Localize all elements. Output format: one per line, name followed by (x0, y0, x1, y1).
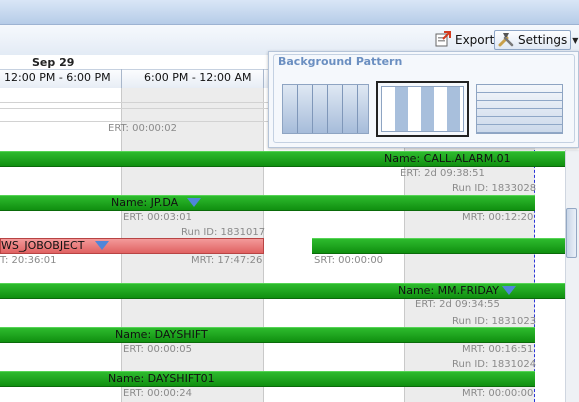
job-bar-jp-da[interactable] (0, 195, 535, 211)
ert-text: ERT: 2d 09:38:51 (400, 168, 485, 179)
job-bar-ws-jobobject[interactable] (312, 238, 565, 254)
expand-triangle-icon[interactable] (95, 241, 109, 250)
job-name: Name: CALL.ALARM.01 (384, 152, 511, 165)
run-id-text: Run ID: 1833028 (452, 183, 537, 194)
mrt-text: MRT: 17:47:26 (191, 255, 263, 266)
column-header-afternoon[interactable]: 12:00 PM - 6:00 PM (4, 71, 111, 84)
scrollbar-thumb[interactable] (566, 208, 577, 258)
chevron-down-icon: ▼ (572, 35, 579, 45)
ert-text: ERT: 00:00:05 (123, 344, 193, 355)
row-divider (0, 102, 270, 103)
job-name: Name: DAYSHIFT01 (108, 372, 215, 385)
column-divider (263, 69, 264, 89)
date-label: Sep 29 (32, 56, 75, 69)
column-divider (121, 69, 122, 89)
row-divider (0, 108, 270, 109)
window-title-bar (0, 0, 579, 25)
vertical-bands-pattern-option[interactable] (376, 81, 469, 137)
vertical-lines-pattern-icon (282, 84, 369, 134)
vertical-bands-pattern-icon (381, 86, 464, 132)
ert-text: ERT: 2d 09:34:55 (415, 299, 500, 310)
row-divider (0, 121, 270, 122)
vertical-scrollbar[interactable] (565, 150, 579, 402)
run-id-text: Run ID: 1831024 (452, 359, 537, 370)
ert-text: ERT: 00:03:01 (123, 212, 193, 223)
tools-icon (498, 31, 514, 50)
ert-text: ERT: 00:00:24 (123, 388, 193, 399)
run-id-text: Run ID: 1831017 (181, 227, 266, 238)
horizontal-lines-pattern-icon (476, 84, 563, 134)
srt-text: SRT: 00:00:00 (314, 255, 384, 266)
mrt-text: MRT: 00:16:51 (462, 344, 534, 355)
ert-text: ERT: 00:00:02 (108, 123, 178, 134)
ert-text: T: 20:36:01 (0, 255, 57, 266)
job-name: WS_JOBOBJECT (1, 239, 85, 252)
expand-triangle-icon[interactable] (502, 286, 516, 295)
column-header-evening[interactable]: 6:00 PM - 12:00 AM (144, 71, 252, 84)
export-button[interactable]: Export (433, 30, 496, 50)
popup-title: Background Pattern (278, 55, 403, 68)
mrt-text: MRT: 00:12:20 (462, 212, 534, 223)
export-icon (435, 30, 451, 50)
mrt-text: MRT: 00:00:00 (462, 388, 534, 399)
job-name: Name: MM.FRIDAY (398, 284, 500, 297)
vertical-lines-pattern-option[interactable] (279, 81, 372, 137)
job-bar-dayshift[interactable] (0, 327, 535, 343)
job-name: Name: DAYSHIFT (115, 328, 208, 341)
horizontal-lines-pattern-option[interactable] (473, 81, 566, 137)
job-bar-dayshift01[interactable] (0, 371, 535, 387)
expand-triangle-icon[interactable] (187, 198, 201, 207)
run-id-text: Run ID: 1831023 (452, 316, 537, 327)
export-label: Export (455, 33, 495, 47)
job-name: Name: JP.DA (111, 196, 179, 209)
settings-button[interactable]: Settings ▼ (494, 30, 578, 50)
settings-label: Settings (518, 33, 568, 47)
